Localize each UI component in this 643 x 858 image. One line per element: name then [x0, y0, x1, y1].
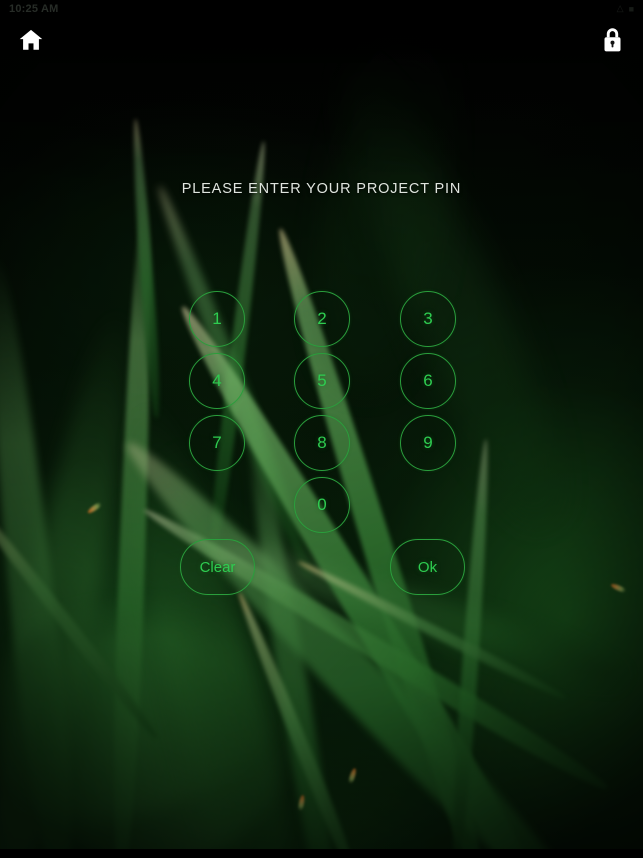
page-title: PLEASE ENTER YOUR PROJECT PIN — [181, 181, 462, 197]
pin-entry-panel: PLEASE ENTER YOUR PROJECT PIN 1 2 3 4 5 … — [0, 0, 643, 858]
keypad-key-5[interactable]: 5 — [294, 353, 350, 409]
keypad-key-2[interactable]: 2 — [294, 291, 350, 347]
lock-button[interactable] — [595, 23, 629, 57]
home-button[interactable] — [14, 23, 48, 57]
bottom-letterbox — [0, 849, 643, 858]
lock-icon — [601, 27, 624, 53]
keypad-key-8[interactable]: 8 — [294, 415, 350, 471]
status-bar-system-icons: △ ■ — [617, 3, 634, 14]
keypad-key-3[interactable]: 3 — [400, 291, 456, 347]
keypad-key-0[interactable]: 0 — [294, 477, 350, 533]
ok-button[interactable]: Ok — [390, 539, 465, 595]
wifi-icon: △ — [616, 3, 624, 13]
keypad-key-9[interactable]: 9 — [400, 415, 456, 471]
home-icon — [18, 27, 44, 53]
keypad-key-6[interactable]: 6 — [400, 353, 456, 409]
battery-icon: ■ — [628, 3, 634, 14]
status-bar: 10:25 AM △ ■ — [0, 0, 643, 17]
clear-button[interactable]: Clear — [180, 539, 255, 595]
keypad-key-7[interactable]: 7 — [189, 415, 245, 471]
pin-lock-screen: 10:25 AM △ ■ PLEASE ENTER YOUR PROJECT P… — [0, 0, 643, 858]
keypad-key-4[interactable]: 4 — [189, 353, 245, 409]
keypad-key-1[interactable]: 1 — [189, 291, 245, 347]
app-bar — [0, 17, 643, 62]
pin-keypad: 1 2 3 4 5 6 7 8 9 0 Clear Ok — [0, 291, 643, 611]
status-bar-clock: 10:25 AM — [9, 2, 59, 15]
